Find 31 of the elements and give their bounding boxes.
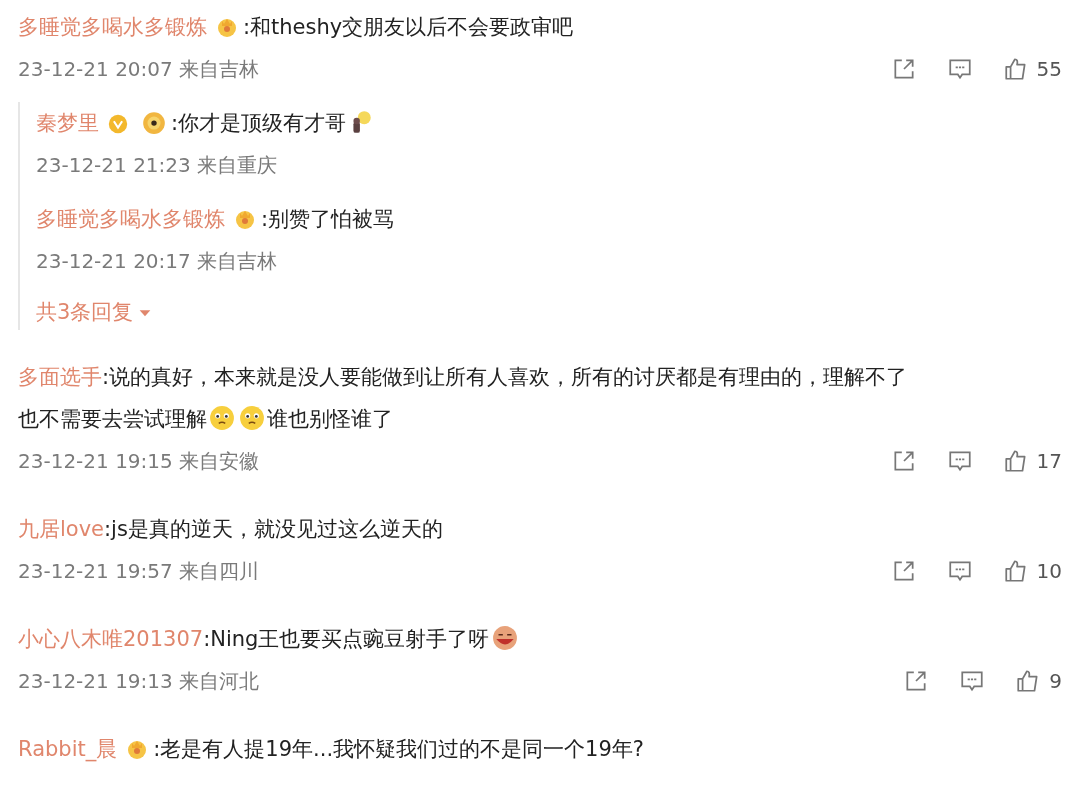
comment-meta: 23-12-21 19:13 来自河北 [18,668,260,695]
comment-text: :js是真的逆天，就没见过这么逆天的 [104,517,443,541]
comment-text: :老是有人提19年...我怀疑我们过的不是同一个19年? [153,737,644,761]
comment-text: :Ning王也要买点豌豆射手了呀 [203,627,490,651]
like-button[interactable]: 10 [1002,556,1062,586]
sad-face-icon [209,405,235,431]
comment-meta: 23-12-21 21:23 来自重庆 [36,152,278,179]
username[interactable]: 多面选手 [18,365,102,389]
username[interactable]: 小心八木唯201307 [18,627,204,651]
comment-text: :你才是顶级有才哥 [171,111,347,135]
comment-meta: 23-12-21 20:07 来自吉林 [18,56,260,83]
comment-text: :和theshy交朋友以后不会要政审吧 [243,15,574,39]
like-button[interactable]: 9 [1015,666,1062,696]
username[interactable]: 秦梦里 [36,111,99,135]
comment-meta: 23-12-21 20:17 来自吉林 [36,248,278,275]
username[interactable]: 多睡觉多喝水多锻炼 [18,15,207,39]
comment-text: :别赞了怕被骂 [261,207,395,231]
verified-icon [107,113,129,135]
username[interactable]: 多睡觉多喝水多锻炼 [36,207,225,231]
comment-meta: 23-12-21 19:57 来自四川 [18,558,260,585]
comment-meta: 23-12-21 19:15 来自安徽 [18,448,260,475]
like-button[interactable]: 17 [1002,446,1062,476]
comment-text: 也不需要去尝试理解 [18,407,207,431]
laughing-face-icon [491,625,520,651]
comment-text: 谁也别怪谁了 [267,407,393,431]
username[interactable]: Rabbit_晨 [18,737,118,761]
like-button[interactable]: 55 [1002,54,1062,84]
comment-text: :说的真好，本来就是没人要能做到让所有人喜欢，所有的讨厌都是有理由的，理解不了 [102,365,908,389]
sad-face-icon [239,405,265,431]
username[interactable]: 九居love [18,517,105,541]
more-replies-link[interactable]: 共3条回复 [36,294,154,330]
